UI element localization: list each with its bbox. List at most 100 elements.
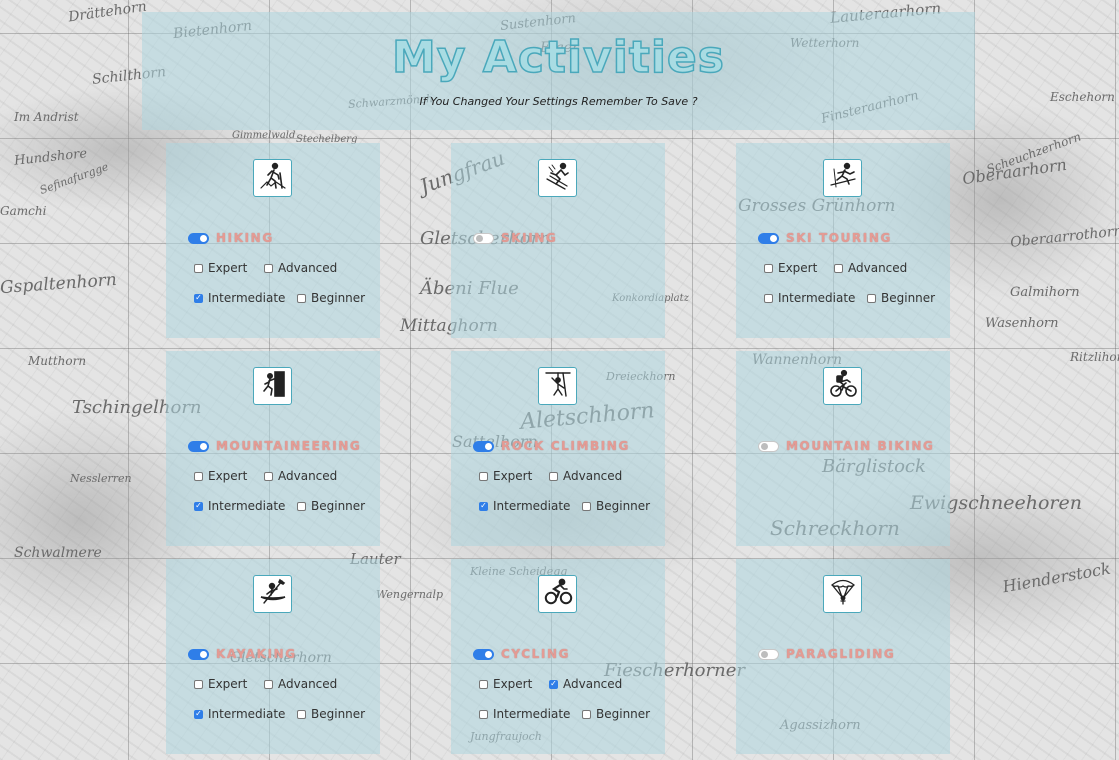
level-checkbox-expert[interactable] [479,471,488,481]
level-option-advanced[interactable]: Advanced [264,677,337,691]
level-checkbox-intermediate[interactable] [194,293,203,303]
activity-name: ROCK CLIMBING [501,439,630,453]
activity-header: HIKING [188,231,274,245]
activity-toggle[interactable] [473,648,494,660]
level-label: Advanced [563,469,623,483]
activity-toggle[interactable] [758,648,779,660]
level-option-beginner[interactable]: Beginner [297,707,365,721]
rock-climbing-icon [543,369,573,403]
activity-name: CYCLING [501,647,571,661]
activity-name: SKIING [501,231,558,245]
map-place-label: Wengernalp [376,588,444,601]
level-option-expert[interactable]: Expert [194,469,247,483]
level-option-intermediate[interactable]: Intermediate [194,291,285,305]
ski-touring-icon [828,161,858,195]
level-option-beginner[interactable]: Beginner [582,707,650,721]
level-option-expert[interactable]: Expert [194,261,247,275]
level-checkbox-beginner[interactable] [867,293,876,303]
level-option-beginner[interactable]: Beginner [582,499,650,513]
activity-toggle[interactable] [758,232,779,244]
toggle-knob [770,234,777,242]
level-checkbox-expert[interactable] [194,679,203,689]
level-checkbox-beginner[interactable] [582,501,591,511]
map-place-label: Schwalmere [14,545,102,561]
activity-icon-box [538,367,577,405]
level-option-beginner[interactable]: Beginner [297,291,365,305]
level-checkbox-advanced[interactable] [549,679,558,689]
activity-name: SKI TOURING [786,231,892,245]
activity-card-kayaking: KAYAKING Expert Advanced Intermediate Beginn… [166,559,380,754]
activity-toggle[interactable] [188,232,209,244]
level-checkbox-intermediate[interactable] [764,293,773,303]
activity-header: SKI TOURING [758,231,892,245]
level-checkbox-intermediate[interactable] [479,501,488,511]
level-option-expert[interactable]: Expert [479,677,532,691]
level-label: Beginner [596,707,651,721]
map-place-label: Oberaarhorn [961,154,1068,189]
toggle-knob [476,234,483,242]
level-option-advanced[interactable]: Advanced [834,261,907,275]
activity-icon-box [253,367,292,405]
level-label: Expert [778,261,818,275]
level-label: Expert [208,677,248,691]
level-option-advanced[interactable]: Advanced [264,261,337,275]
level-option-intermediate[interactable]: Intermediate [479,707,570,721]
level-checkbox-beginner[interactable] [297,293,306,303]
activity-toggle[interactable] [188,648,209,660]
activity-name: PARAGLIDING [786,647,896,661]
level-checkbox-intermediate[interactable] [479,709,488,719]
level-checkbox-intermediate[interactable] [194,501,203,511]
toggle-knob [761,650,768,658]
activity-header: ROCK CLIMBING [473,439,630,453]
activity-card-skiing: SKIING [451,143,665,338]
activity-header: KAYAKING [188,647,297,661]
toggle-knob [485,650,492,658]
level-option-expert[interactable]: Expert [194,677,247,691]
level-label: Beginner [596,499,651,513]
level-checkbox-advanced[interactable] [834,263,843,273]
activity-header: MOUNTAINEERING [188,439,361,453]
toggle-knob [485,442,492,450]
activity-icon-box [538,159,577,197]
level-checkbox-intermediate[interactable] [194,709,203,719]
level-option-intermediate[interactable]: Intermediate [764,291,855,305]
level-checkbox-expert[interactable] [764,263,773,273]
level-label: Beginner [311,707,366,721]
map-place-label: Galmihorn [1010,285,1080,300]
level-option-expert[interactable]: Expert [479,469,532,483]
level-option-advanced[interactable]: Advanced [264,469,337,483]
level-option-expert[interactable]: Expert [764,261,817,275]
activity-toggle[interactable] [473,440,494,452]
activity-toggle[interactable] [473,232,494,244]
level-label: Expert [493,677,533,691]
level-option-intermediate[interactable]: Intermediate [479,499,570,513]
level-option-beginner[interactable]: Beginner [297,499,365,513]
activity-card-ski-touring: SKI TOURING Expert Advanced Intermediate Beg… [736,143,950,338]
map-place-label: Hienderstock [1001,558,1112,597]
level-checkbox-beginner[interactable] [297,501,306,511]
level-checkbox-expert[interactable] [194,263,203,273]
level-checkbox-expert[interactable] [479,679,488,689]
level-checkbox-advanced[interactable] [264,679,273,689]
map-place-label: Eschehorn [1050,90,1115,104]
level-checkbox-expert[interactable] [194,471,203,481]
level-option-advanced[interactable]: Advanced [549,677,622,691]
level-option-intermediate[interactable]: Intermediate [194,499,285,513]
level-checkbox-advanced[interactable] [264,263,273,273]
activity-toggle[interactable] [188,440,209,452]
page-subtitle: If You Changed Your Settings Remember To… [419,95,698,108]
activity-icon-box [253,159,292,197]
level-option-intermediate[interactable]: Intermediate [194,707,285,721]
level-checkbox-beginner[interactable] [582,709,591,719]
level-option-beginner[interactable]: Beginner [867,291,935,305]
activity-name: MOUNTAIN BIKING [786,439,935,453]
activity-header: CYCLING [473,647,570,661]
level-checkbox-advanced[interactable] [549,471,558,481]
page-title: My Activities [391,32,725,83]
cycling-icon [543,577,573,611]
level-checkbox-advanced[interactable] [264,471,273,481]
map-place-label: Scheuchzerhorn [984,129,1083,177]
level-option-advanced[interactable]: Advanced [549,469,622,483]
activity-toggle[interactable] [758,440,779,452]
level-checkbox-beginner[interactable] [297,709,306,719]
